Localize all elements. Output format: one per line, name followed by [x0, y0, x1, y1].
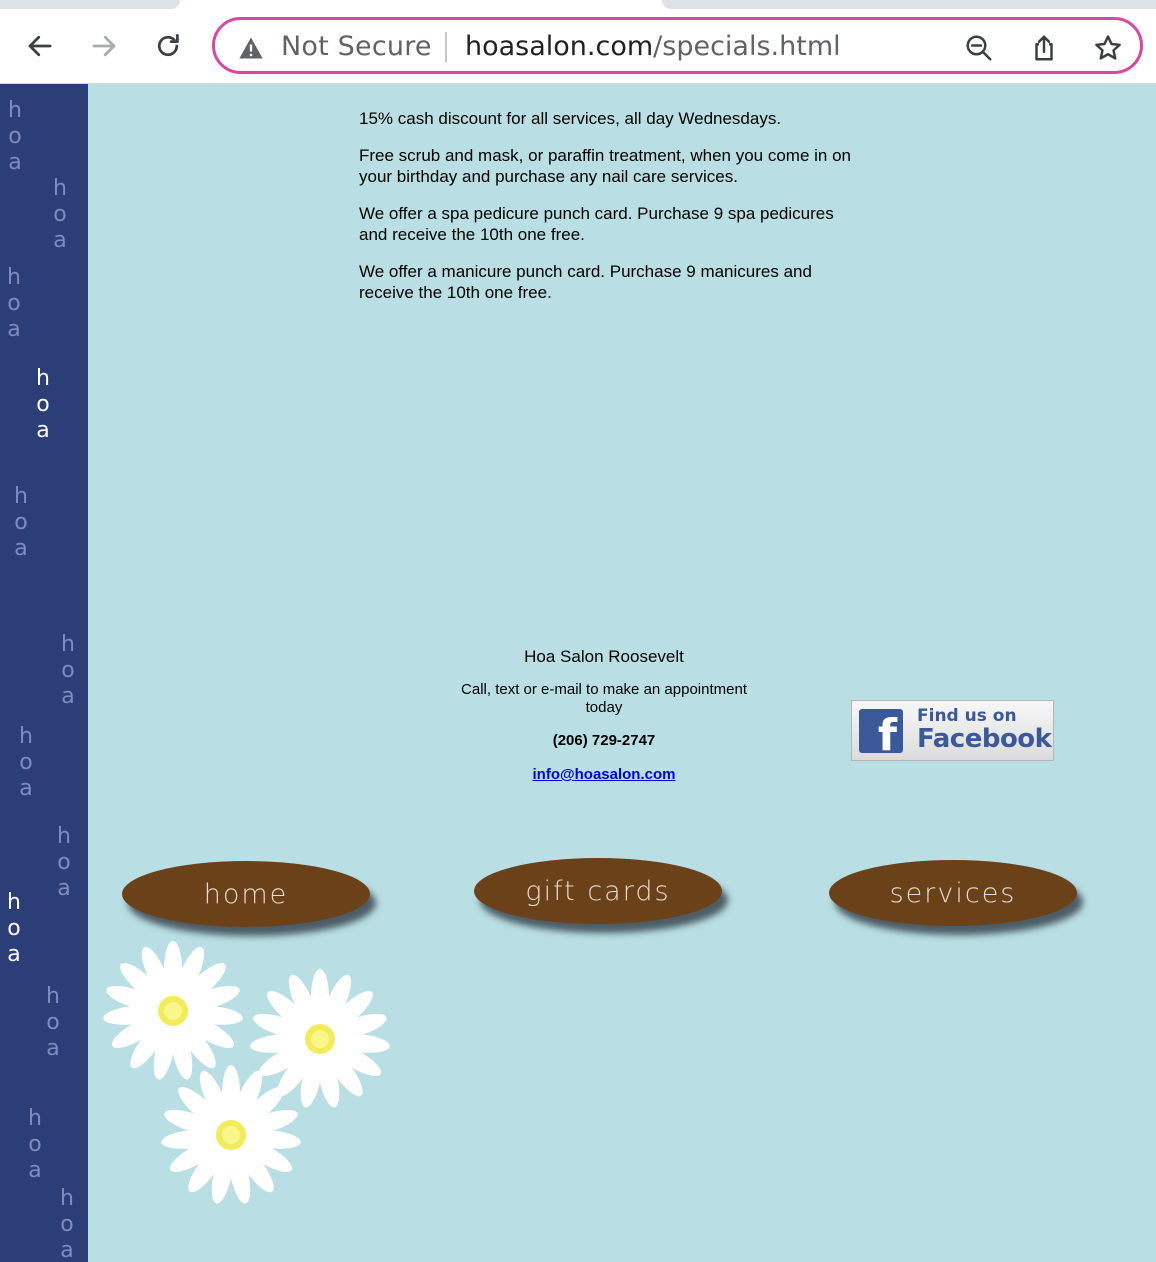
gift-cards-button[interactable]: gift cards	[474, 858, 722, 924]
hoa-watermark: hoa	[8, 98, 22, 175]
specials-list: 15% cash discount for all services, all …	[359, 108, 859, 319]
share-button[interactable]	[1027, 31, 1061, 65]
home-button[interactable]: home	[122, 861, 370, 927]
tab-strip-left	[0, 0, 180, 9]
special-item: We offer a manicure punch card. Purchase…	[359, 262, 812, 302]
services-label: services	[889, 877, 1017, 909]
special-item: We offer a spa pedicure punch card. Purc…	[359, 204, 834, 244]
hoa-watermark: hoa	[46, 984, 60, 1061]
facebook-icon: f	[859, 709, 903, 753]
daisy-flower	[249, 969, 391, 1110]
forward-arrow-icon	[92, 35, 116, 57]
hoa-watermark: hoa	[60, 1186, 74, 1262]
url-host: hoasalon.com	[465, 31, 654, 62]
hoa-sidebar: hoa hoa hoa hoa hoa hoa hoa hoa hoa hoa …	[0, 84, 88, 1262]
reload-button[interactable]	[148, 26, 188, 66]
hoa-watermark: hoa	[19, 724, 33, 801]
hoa-watermark: hoa	[53, 176, 67, 253]
zoom-out-icon	[966, 35, 992, 61]
appointment-text: Call, text or e-mail to make an appointm…	[461, 681, 747, 716]
special-item: 15% cash discount for all services, all …	[359, 109, 782, 128]
address-bar[interactable]: Not Secure hoasalon.com/specials.html	[212, 17, 1143, 74]
services-button[interactable]: services	[829, 860, 1077, 926]
bookmark-button[interactable]	[1091, 31, 1125, 65]
daisy-flower	[102, 941, 244, 1082]
forward-button[interactable]	[84, 26, 124, 66]
hoa-watermark: hoa	[7, 890, 21, 967]
hoa-watermark: hoa	[61, 632, 75, 709]
browser-toolbar: Not Secure hoasalon.com/specials.html	[0, 0, 1156, 84]
email-link[interactable]: info@hoasalon.com	[533, 766, 676, 783]
hoa-watermark: hoa	[57, 824, 71, 901]
hoa-watermark: hoa	[14, 484, 28, 561]
back-arrow-icon	[28, 35, 52, 57]
zoom-button[interactable]	[962, 31, 996, 65]
daisy-flowers-image	[102, 941, 391, 1206]
security-status-label[interactable]: Not Secure	[281, 31, 432, 62]
reload-icon	[157, 34, 179, 57]
address-divider	[445, 32, 447, 62]
star-icon	[1095, 35, 1121, 60]
gift-cards-label: gift cards	[525, 875, 671, 907]
special-item: Free scrub and mask, or paraffin treatme…	[359, 146, 851, 186]
home-label: home	[203, 878, 289, 910]
back-button[interactable]	[20, 26, 60, 66]
url-text[interactable]: hoasalon.com/specials.html	[465, 31, 841, 62]
hoa-watermark: hoa	[28, 1106, 42, 1183]
facebook-badge[interactable]: f Find us on Facebook	[851, 700, 1054, 761]
facebook-name-label: Facebook	[917, 724, 1052, 754]
contact-info: Hoa Salon Roosevelt Call, text or e-mail…	[454, 646, 754, 784]
url-path: /specials.html	[653, 31, 841, 62]
salon-name: Hoa Salon Roosevelt	[524, 647, 684, 666]
warning-icon[interactable]	[237, 34, 265, 62]
phone-number: (206) 729-2747	[552, 732, 656, 749]
tab-strip-right	[662, 0, 1156, 9]
hoa-watermark: hoa	[36, 366, 50, 443]
facebook-find-label: Find us on	[917, 706, 1017, 726]
hoa-watermark: hoa	[7, 265, 21, 342]
share-icon	[1035, 35, 1053, 61]
